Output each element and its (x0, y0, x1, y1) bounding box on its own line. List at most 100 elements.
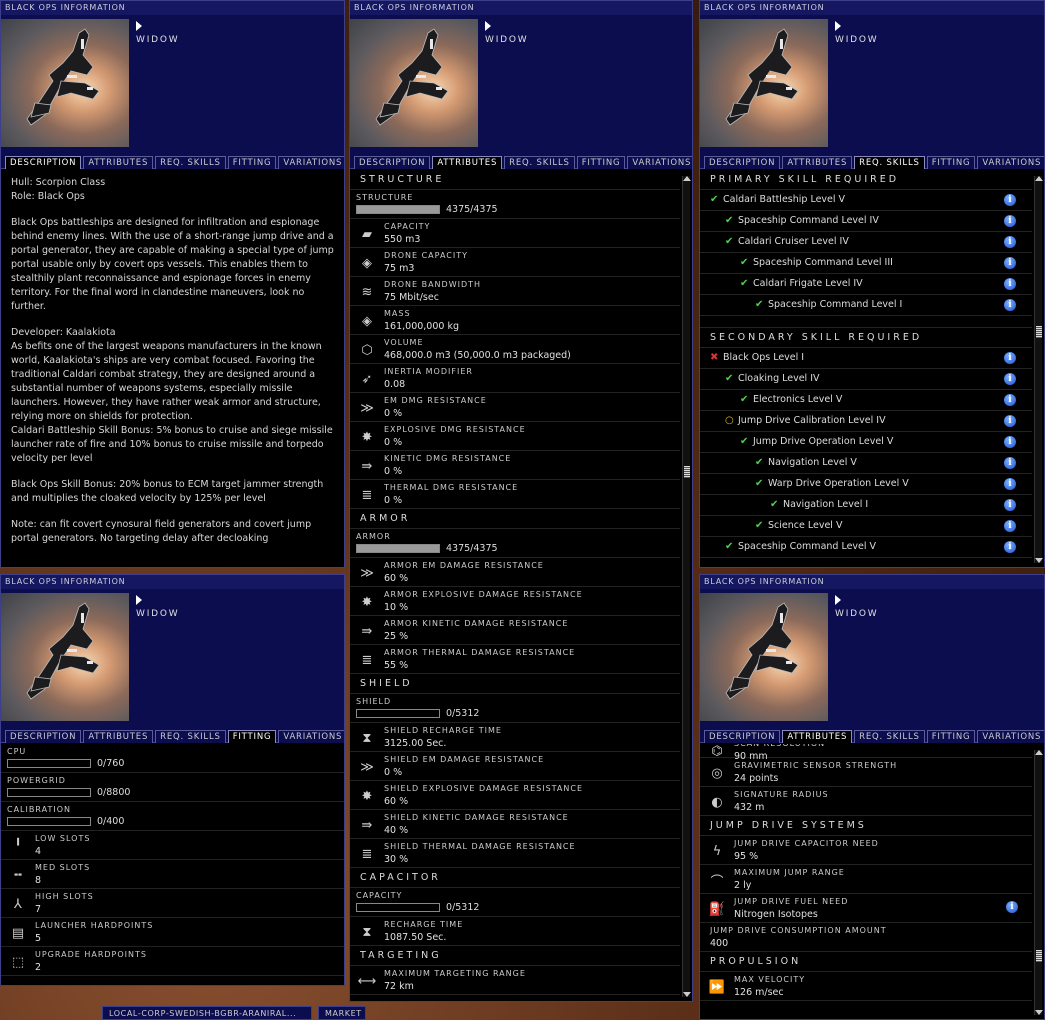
scroll-down-icon[interactable] (1035, 558, 1043, 563)
info-icon[interactable]: i (1004, 436, 1016, 448)
tab-description[interactable]: DESCRIPTION (5, 730, 82, 743)
scroll-thumb[interactable] (1036, 326, 1042, 338)
skill-row[interactable]: ✔ Caldari Frigate Level IV i (700, 274, 1032, 295)
tab-attributes[interactable]: ATTRIBUTES (432, 156, 503, 169)
scroll-up-icon[interactable] (1035, 176, 1043, 181)
skill-row[interactable]: ✔ Cloaking Level IV i (700, 369, 1032, 390)
section-header: SHIELD (350, 674, 680, 694)
tab-bar: DESCRIPTION ATTRIBUTES REQ. SKILLS FITTING V… (1, 155, 344, 169)
window-title[interactable]: BLACK OPS INFORMATION (1, 1, 344, 15)
expand-arrow-icon[interactable] (485, 21, 491, 31)
info-icon[interactable]: i (1004, 352, 1016, 364)
tab-fitting[interactable]: FITTING (227, 156, 277, 169)
attributes-content[interactable]: STRUCTURE STRUCTURE 4375/4375 ▰ CAPACITY 550 … (350, 170, 680, 1001)
info-icon[interactable]: i (1004, 457, 1016, 469)
info-icon[interactable]: i (1004, 499, 1016, 511)
skill-row[interactable]: ✔ Science Level V i (700, 516, 1032, 537)
tab-fitting[interactable]: FITTING (227, 730, 277, 743)
tab-req-skills[interactable]: REQ. SKILLS (854, 156, 925, 169)
tab-attributes[interactable]: ATTRIBUTES (83, 730, 154, 743)
tab-attributes[interactable]: ATTRIBUTES (782, 156, 853, 169)
skill-row[interactable]: ✔ Electronics Level V i (700, 390, 1032, 411)
tab-description[interactable]: DESCRIPTION (704, 156, 781, 169)
tab-fitting[interactable]: FITTING (926, 156, 976, 169)
skill-row[interactable]: ○ Jump Drive Calibration Level IV i (700, 411, 1032, 432)
scrollbar[interactable] (1034, 176, 1043, 563)
expand-arrow-icon[interactable] (835, 21, 841, 31)
tab-fitting[interactable]: FITTING (926, 730, 976, 743)
scrollbar[interactable] (682, 176, 691, 997)
info-icon[interactable]: i (1004, 520, 1016, 532)
gauge-row: CPU 0/760 (1, 744, 344, 773)
tab-description[interactable]: DESCRIPTION (5, 156, 82, 169)
info-icon[interactable]: i (1004, 236, 1016, 248)
tab-variations[interactable]: VARIATIONS (278, 156, 344, 169)
attributes-content[interactable]: ⌬SCAN RESOLUTION90 mm ◎ GRAVIMETRIC SENSOR… (700, 744, 1032, 1019)
window-title[interactable]: BLACK OPS INFORMATION (700, 575, 1044, 589)
info-icon[interactable]: i (1004, 541, 1016, 553)
gauge-bar (356, 709, 440, 718)
scroll-down-icon[interactable] (683, 992, 691, 997)
info-icon[interactable]: i (1004, 278, 1016, 290)
attribute-name: MASS (384, 309, 411, 318)
tab-description[interactable]: DESCRIPTION (704, 730, 781, 743)
expand-arrow-icon[interactable] (835, 595, 841, 605)
attribute-value: 75 Mbit/sec (384, 292, 439, 303)
skill-row[interactable]: ✔ Caldari Battleship Level V i (700, 190, 1032, 211)
tab-variations[interactable]: VARIATIONS (977, 730, 1044, 743)
tab-req-skills[interactable]: REQ. SKILLS (155, 156, 226, 169)
scroll-thumb[interactable] (684, 466, 690, 478)
attribute-value: 24 points (734, 773, 779, 784)
skill-row[interactable]: ✔ Jump Drive Operation Level V i (700, 432, 1032, 453)
attribute-value: 0.08 (384, 379, 406, 390)
ship-header: WIDOW (1, 589, 344, 729)
tab-req-skills[interactable]: REQ. SKILLS (155, 730, 226, 743)
scroll-down-icon[interactable] (1035, 1010, 1043, 1015)
window-title[interactable]: BLACK OPS INFORMATION (700, 1, 1044, 15)
skill-row[interactable]: ✔ Spaceship Command Level V i (700, 537, 1032, 558)
attribute-row: ✸ SHIELD EXPLOSIVE DAMAGE RESISTANCE 60 % (350, 781, 680, 810)
tab-attributes[interactable]: ATTRIBUTES (83, 156, 154, 169)
skill-name: Cloaking Level IV (738, 373, 820, 384)
skill-row[interactable]: ✔ Caldari Cruiser Level IV i (700, 232, 1032, 253)
info-icon[interactable]: i (1004, 215, 1016, 227)
tab-attributes[interactable]: ATTRIBUTES (782, 730, 853, 743)
skill-row[interactable]: ✔ Warp Drive Operation Level V i (700, 474, 1032, 495)
info-icon[interactable]: i (1004, 373, 1016, 385)
info-icon[interactable]: i (1004, 415, 1016, 427)
tab-description[interactable]: DESCRIPTION (354, 156, 431, 169)
ship-image (700, 593, 828, 721)
section-header: CAPACITOR (350, 868, 680, 888)
skill-row[interactable]: ✔ Spaceship Command Level III i (700, 253, 1032, 274)
expand-arrow-icon[interactable] (136, 21, 142, 31)
tab-variations[interactable]: VARIATIONS (627, 156, 692, 169)
scroll-up-icon[interactable] (683, 176, 691, 181)
scrollbar[interactable] (1034, 750, 1043, 1015)
skill-row[interactable]: ✔ Spaceship Command Level I i (700, 295, 1032, 316)
scroll-up-icon[interactable] (1035, 750, 1043, 755)
tab-req-skills[interactable]: REQ. SKILLS (854, 730, 925, 743)
taskbar-local-chat[interactable]: LOCAL-CORP-SWEDISH-BGBR-ARANIRAL... (102, 1006, 312, 1020)
window-title[interactable]: BLACK OPS INFORMATION (350, 1, 692, 15)
info-icon[interactable]: i (1004, 394, 1016, 406)
skill-row[interactable]: ✖ Black Ops Level I i (700, 348, 1032, 369)
skill-row[interactable]: ✔ Navigation Level I i (700, 495, 1032, 516)
tab-variations[interactable]: VARIATIONS (278, 730, 344, 743)
scroll-thumb[interactable] (1036, 950, 1042, 962)
info-icon[interactable]: i (1006, 901, 1018, 913)
tab-req-skills[interactable]: REQ. SKILLS (504, 156, 575, 169)
skill-row[interactable]: ✔ Navigation Level V i (700, 453, 1032, 474)
info-icon[interactable]: i (1004, 299, 1016, 311)
ship-name: WIDOW (136, 35, 180, 45)
expand-arrow-icon[interactable] (136, 595, 142, 605)
info-icon[interactable]: i (1004, 194, 1016, 206)
window-title[interactable]: BLACK OPS INFORMATION (1, 575, 344, 589)
tab-variations[interactable]: VARIATIONS (977, 156, 1044, 169)
info-icon[interactable]: i (1004, 257, 1016, 269)
taskbar-market[interactable]: MARKET (318, 1006, 366, 1020)
attribute-name: RECHARGE TIME (384, 920, 464, 929)
skill-row[interactable]: ✔ Spaceship Command Level IV i (700, 211, 1032, 232)
info-icon[interactable]: i (1004, 478, 1016, 490)
ship-image (1, 19, 129, 147)
tab-fitting[interactable]: FITTING (576, 156, 626, 169)
